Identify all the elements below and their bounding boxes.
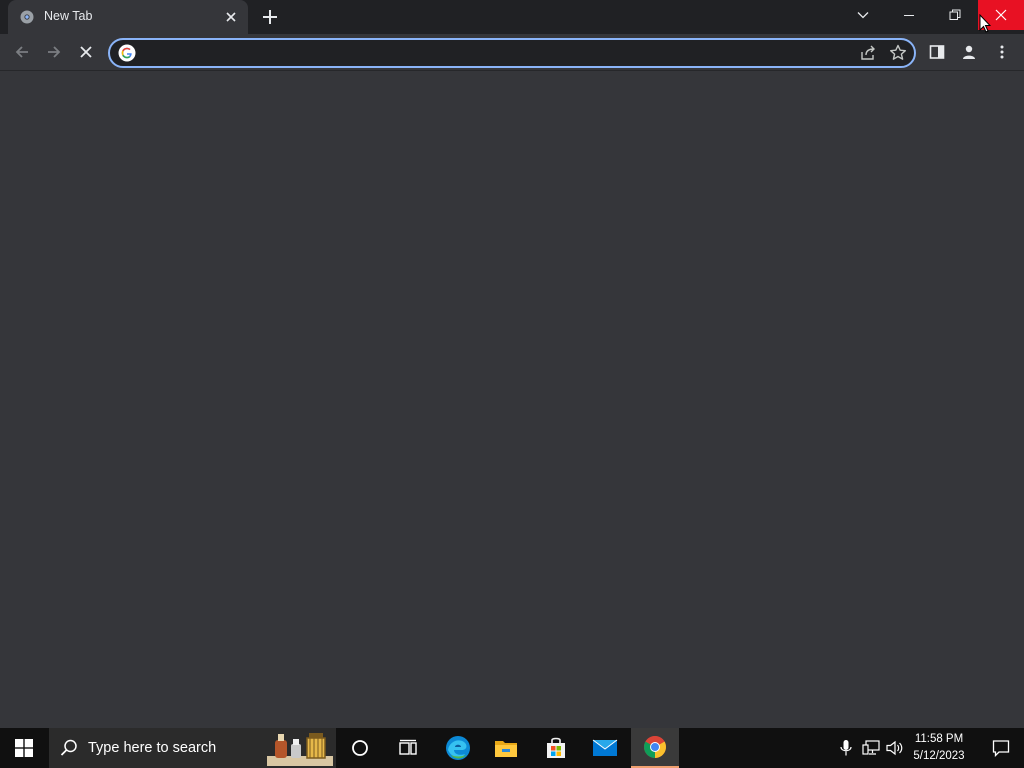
profile-button[interactable]	[957, 40, 981, 64]
tab-title: New Tab	[44, 9, 93, 23]
person-icon	[963, 45, 975, 59]
chrome-menu-button[interactable]	[990, 40, 1014, 64]
new-tab-plus-icon[interactable]	[260, 7, 280, 27]
taskbar-clock[interactable]: 11:58 PM 5/12/2023	[906, 731, 972, 765]
stop-loading-button[interactable]	[74, 40, 98, 64]
taskbar-chrome[interactable]	[631, 728, 679, 768]
search-highlight-illustration	[267, 733, 333, 766]
taskbar-mail[interactable]	[581, 728, 629, 768]
tab-strip: New Tab	[0, 0, 1024, 34]
store-icon	[547, 737, 565, 758]
more-vertical-icon	[1000, 45, 1004, 59]
action-center-button[interactable]	[978, 728, 1024, 768]
close-icon	[995, 9, 1007, 21]
minimize-button[interactable]	[886, 0, 932, 30]
taskbar-search-box[interactable]: Type here to search	[49, 728, 336, 768]
mail-icon	[592, 739, 618, 756]
arrow-left-icon	[15, 46, 28, 58]
tab-close-icon[interactable]	[224, 10, 238, 24]
side-panel-icon	[929, 45, 945, 59]
tray-volume[interactable]	[885, 738, 905, 758]
bookmark-star-icon[interactable]	[888, 43, 908, 63]
task-view-icon	[399, 739, 417, 755]
arrow-right-icon	[48, 46, 61, 58]
taskbar-cortana[interactable]	[336, 728, 384, 768]
restore-icon	[949, 9, 961, 20]
notification-icon	[992, 740, 1010, 757]
address-input[interactable]	[142, 43, 846, 65]
taskbar-edge[interactable]	[434, 728, 482, 768]
taskbar-store[interactable]	[532, 728, 580, 768]
tab-new-tab[interactable]: New Tab	[8, 0, 248, 34]
tray-microphone[interactable]	[836, 738, 856, 758]
minimize-icon	[904, 15, 914, 16]
taskbar-task-view[interactable]	[384, 728, 432, 768]
taskbar-search-placeholder: Type here to search	[88, 740, 217, 756]
network-icon	[862, 740, 880, 755]
close-icon	[80, 46, 92, 58]
forward-button[interactable]	[42, 40, 66, 64]
clock-date: 5/12/2023	[913, 750, 965, 762]
volume-icon	[886, 740, 903, 756]
google-g-icon	[118, 44, 136, 62]
back-button[interactable]	[10, 40, 34, 64]
close-window-button[interactable]	[978, 0, 1024, 30]
page-content	[0, 71, 1024, 728]
browser-toolbar	[0, 34, 1024, 71]
tray-network[interactable]	[861, 738, 881, 758]
chrome-icon	[644, 736, 666, 758]
windows-taskbar: Type here to search 11:58 PM 5/12/2023	[0, 728, 1024, 768]
address-bar[interactable]	[108, 38, 916, 68]
windows-logo-icon	[15, 739, 33, 757]
microphone-icon	[840, 740, 852, 756]
chrome-tab-favicon-icon	[20, 10, 34, 24]
restore-button[interactable]	[932, 0, 978, 30]
start-button[interactable]	[0, 728, 48, 768]
chevron-down-icon	[857, 12, 869, 19]
tab-search-button[interactable]	[840, 0, 886, 30]
clock-time: 11:58 PM	[914, 733, 964, 745]
share-icon[interactable]	[858, 43, 878, 63]
file-explorer-icon	[495, 741, 517, 757]
search-icon	[60, 739, 77, 756]
taskbar-file-explorer[interactable]	[482, 728, 530, 768]
edge-icon	[446, 736, 470, 760]
side-panel-button[interactable]	[925, 40, 949, 64]
cortana-icon	[352, 740, 368, 756]
